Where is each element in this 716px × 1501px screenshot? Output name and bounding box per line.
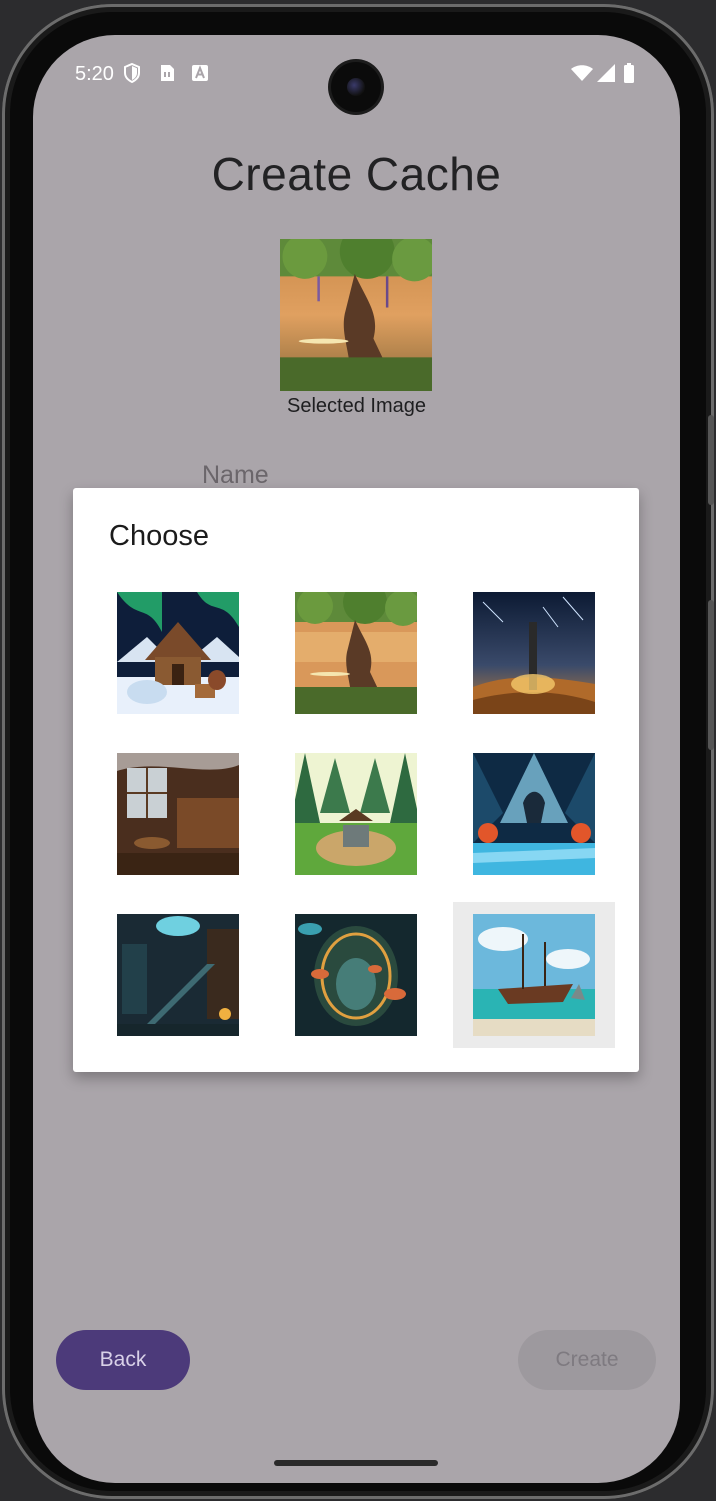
image-thumbnail xyxy=(295,592,417,714)
font-icon xyxy=(192,65,208,81)
image-option-desert-obelisk[interactable] xyxy=(453,580,615,726)
image-thumbnail xyxy=(117,753,239,875)
battery-icon xyxy=(624,63,634,83)
back-button[interactable]: Back xyxy=(56,1330,190,1390)
image-thumbnail xyxy=(117,592,239,714)
home-indicator[interactable] xyxy=(274,1460,438,1466)
image-thumbnail xyxy=(295,753,417,875)
image-thumbnail xyxy=(117,914,239,1036)
selected-image-caption: Selected Image xyxy=(287,395,426,417)
app-screen: 5:20 Create Cache Selected Image Name Ba… xyxy=(33,35,680,1483)
cellular-icon xyxy=(597,64,615,82)
sim-card-icon xyxy=(161,65,174,81)
image-option-snowy-cabin[interactable] xyxy=(97,580,259,726)
image-thumbnail xyxy=(473,753,595,875)
dialog-title: Choose xyxy=(109,520,209,552)
wifi-icon xyxy=(571,65,593,81)
volume-button xyxy=(708,600,714,750)
image-thumbnail xyxy=(295,914,417,1036)
power-button xyxy=(708,415,714,505)
shield-icon xyxy=(124,63,140,83)
name-field-label: Name xyxy=(202,461,269,489)
create-button[interactable]: Create xyxy=(518,1330,656,1390)
image-thumbnail xyxy=(473,592,595,714)
image-option-forest-well[interactable] xyxy=(275,741,437,887)
image-option-mushroom-cave[interactable] xyxy=(275,902,437,1048)
image-thumbnail xyxy=(473,914,595,1036)
image-option-tavern[interactable] xyxy=(97,741,259,887)
selected-image xyxy=(280,224,437,391)
image-option-tree-cliff[interactable] xyxy=(275,580,437,726)
choose-image-dialog: Choose xyxy=(73,488,639,1072)
page-title: Create Cache xyxy=(211,148,502,200)
front-camera xyxy=(331,62,381,112)
image-option-library-stairs[interactable] xyxy=(97,902,259,1048)
status-bar: 5:20 xyxy=(33,35,680,115)
image-option-crystal-cave[interactable] xyxy=(453,741,615,887)
image-option-shipwreck[interactable] xyxy=(453,902,615,1048)
clock: 5:20 xyxy=(75,63,114,85)
